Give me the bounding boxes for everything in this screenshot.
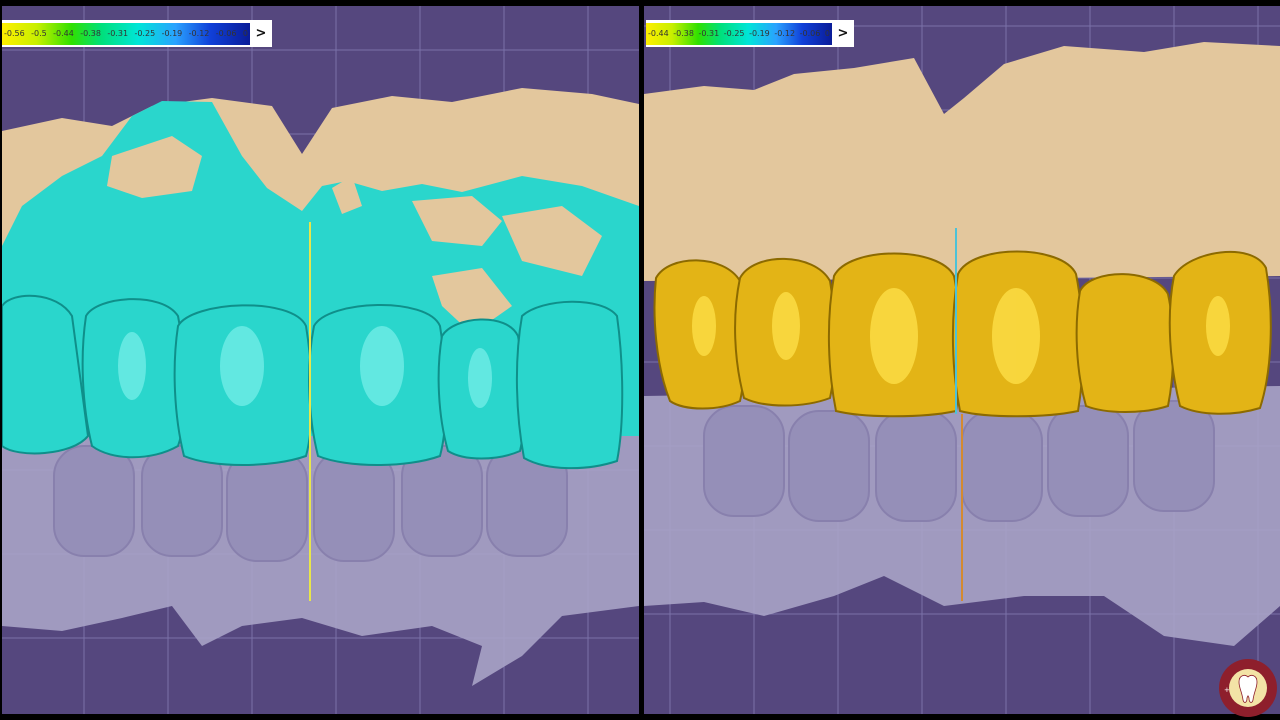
left-dental-model xyxy=(2,88,639,686)
color-scale-gradient: -0.56 -0.5 -0.44 -0.38 -0.31 -0.25 -0.19… xyxy=(2,22,250,45)
left-3d-viewport[interactable]: -0.56 -0.5 -0.44 -0.38 -0.31 -0.25 -0.19… xyxy=(2,6,639,714)
right-3d-viewport[interactable]: -0.44 -0.38 -0.31 -0.25 -0.19 -0.12 -0.0… xyxy=(644,6,1280,714)
scale-tick: -0.5 xyxy=(31,29,47,38)
scale-tick: -0.12 xyxy=(774,29,796,38)
crown-highlight xyxy=(772,292,800,360)
scale-tick: 0 xyxy=(824,29,830,38)
crown-highlight xyxy=(870,288,918,384)
scale-tick: -0.19 xyxy=(161,29,183,38)
scale-tick: -0.44 xyxy=(53,29,74,38)
scale-tick: -0.12 xyxy=(188,29,210,38)
lower-tooth xyxy=(703,405,785,517)
crown-tooth xyxy=(515,300,624,470)
crown-tooth xyxy=(1075,273,1175,413)
deviation-color-scale: -0.44 -0.38 -0.31 -0.25 -0.19 -0.12 -0.0… xyxy=(646,20,854,47)
scale-tick: -0.44 xyxy=(648,29,669,38)
scale-tick: -0.25 xyxy=(723,29,745,38)
crown-highlight xyxy=(118,332,146,400)
crown-highlight xyxy=(692,296,716,356)
cross-icon: + xyxy=(1224,686,1230,694)
lower-tooth xyxy=(875,410,957,522)
crown-highlight xyxy=(360,326,404,406)
crown-highlight xyxy=(220,326,264,406)
scale-tick: -0.31 xyxy=(107,29,129,38)
scale-tick: 0 xyxy=(242,29,248,38)
expand-scale-button[interactable]: > xyxy=(832,23,854,45)
clinic-logo: + xyxy=(1219,659,1277,717)
lower-tooth xyxy=(1133,400,1215,512)
lower-tooth xyxy=(788,410,870,522)
lower-tooth xyxy=(313,450,395,562)
right-dental-model xyxy=(644,42,1280,646)
deviation-color-scale: -0.56 -0.5 -0.44 -0.38 -0.31 -0.25 -0.19… xyxy=(2,20,272,47)
scale-tick: -0.38 xyxy=(673,29,694,38)
scale-tick: -0.31 xyxy=(698,29,720,38)
lower-tooth xyxy=(961,410,1043,522)
lower-tooth xyxy=(226,450,308,562)
lower-tooth xyxy=(53,445,135,557)
crown-highlight xyxy=(468,348,492,408)
scale-tick: -0.19 xyxy=(749,29,770,38)
color-scale-gradient: -0.44 -0.38 -0.31 -0.25 -0.19 -0.12 -0.0… xyxy=(646,22,832,45)
scale-tick: -0.56 xyxy=(4,29,25,38)
scale-tick: -0.38 xyxy=(80,29,101,38)
scale-tick: -0.06 xyxy=(215,29,237,38)
lower-tooth xyxy=(1047,405,1129,517)
upper-gingiva xyxy=(644,42,1280,281)
scale-tick: -0.25 xyxy=(134,29,156,38)
crown-highlight xyxy=(992,288,1040,384)
scale-tick: -0.06 xyxy=(799,29,821,38)
expand-scale-button[interactable]: > xyxy=(250,23,272,45)
crown-highlight xyxy=(1206,296,1230,356)
